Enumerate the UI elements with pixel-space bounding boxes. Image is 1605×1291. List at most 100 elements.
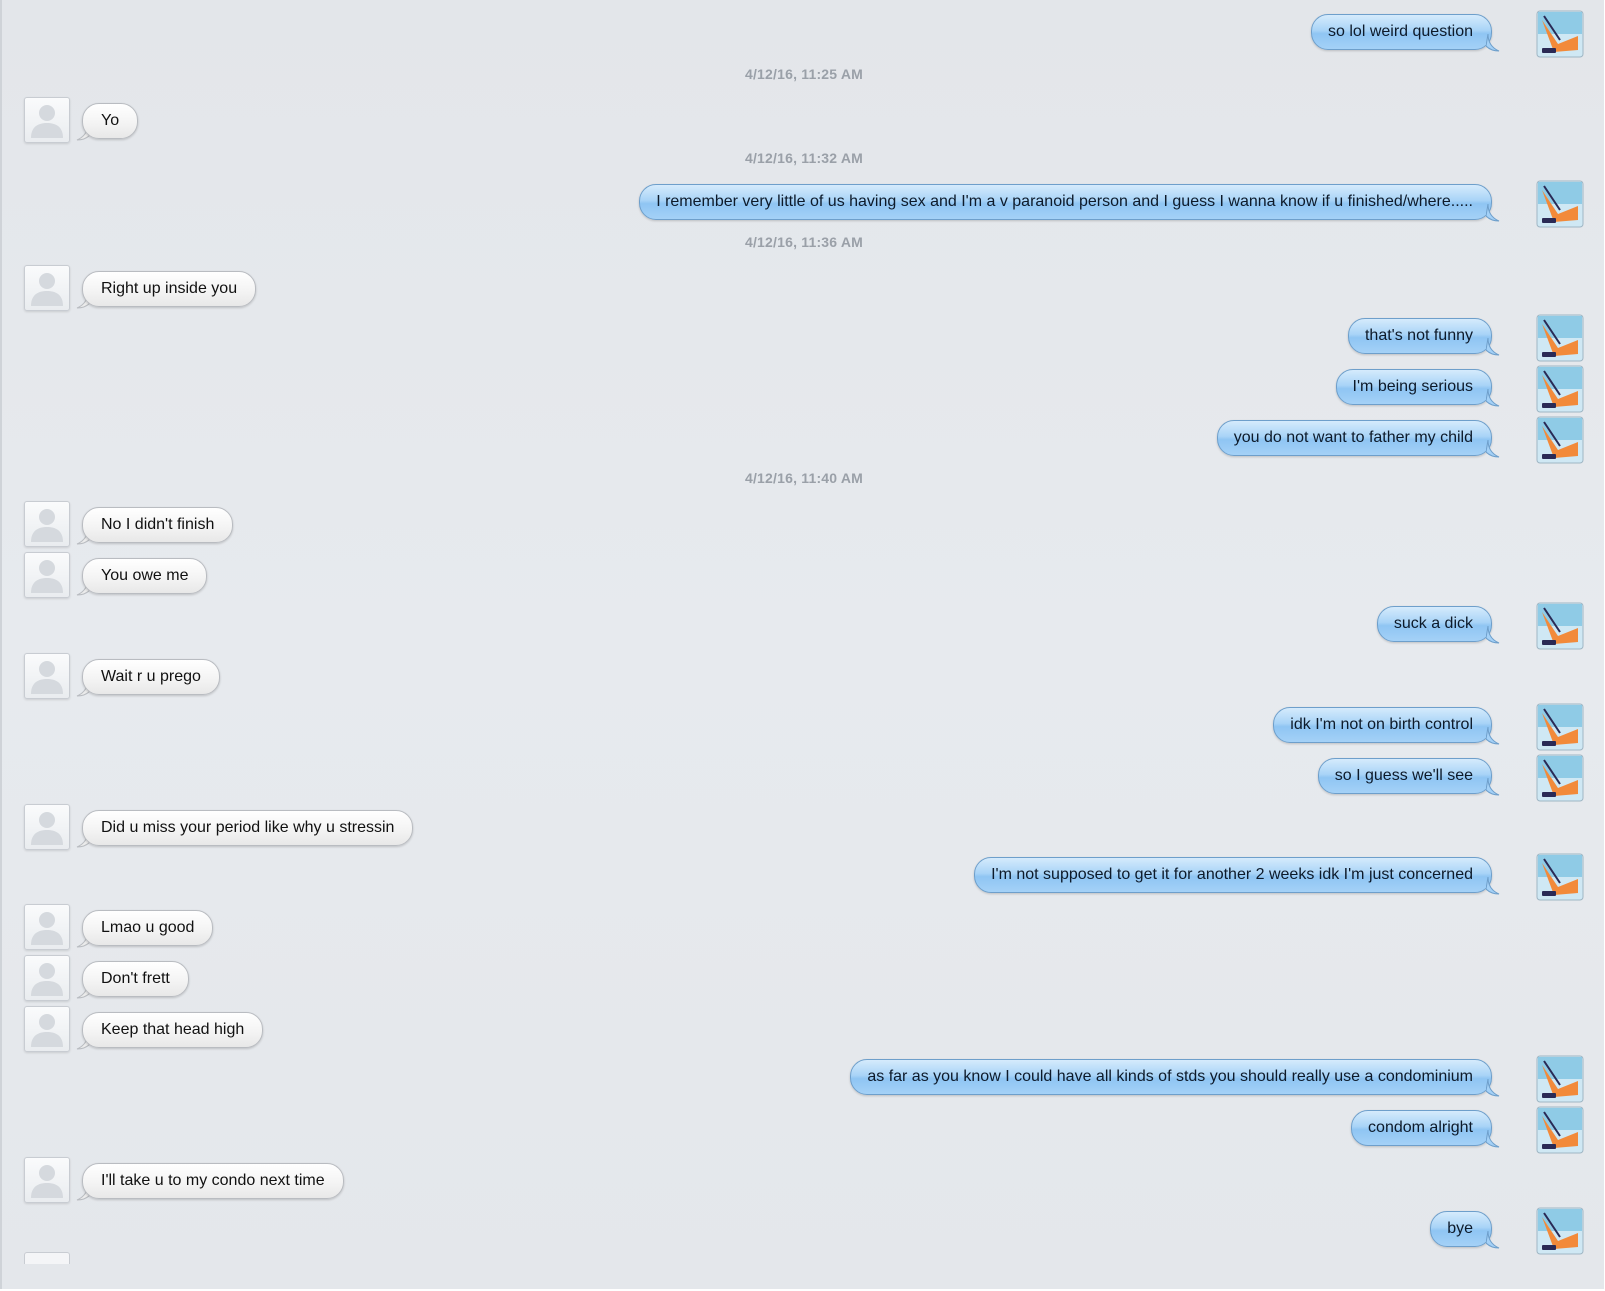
sent-message-row: so lol weird question [2,10,1602,58]
person-silhouette-icon[interactable] [24,804,70,850]
sent-message-row: I'm not supposed to get it for another 2… [2,853,1602,901]
sent-message-text: as far as you know I could have all kind… [850,1059,1492,1095]
sent-message-bubble[interactable]: I'm not supposed to get it for another 2… [974,857,1500,895]
bubble-tail-icon [1485,388,1500,407]
received-message-text: Keep that head high [82,1012,264,1048]
received-message-text: Did u miss your period like why u stress… [82,810,414,846]
person-silhouette-icon[interactable] [24,955,70,1001]
sent-message-row: so I guess we'll see [2,754,1602,802]
sent-message-row: suck a dick [2,602,1602,650]
received-message-bubble[interactable]: You owe me [76,558,208,596]
received-message-text: Yo [82,103,139,139]
received-message-row: Yo [2,96,1602,144]
sent-message-text: I remember very little of us having sex … [639,184,1492,220]
received-message-row: Don't frett [2,954,1602,1002]
received-message-text: Wait r u prego [82,659,220,695]
received-message-bubble[interactable]: Wait r u prego [76,659,220,697]
received-message-bubble[interactable]: Keep that head high [76,1012,264,1050]
received-message-bubble[interactable]: No I didn't finish [76,507,234,545]
sent-message-text: I'm not supposed to get it for another 2… [974,857,1492,893]
orange-photo-avatar-icon[interactable] [1536,1207,1584,1255]
received-message-row: Wait r u prego [2,652,1602,700]
person-silhouette-icon[interactable] [24,97,70,143]
orange-photo-avatar-icon[interactable] [1536,314,1584,362]
received-message-row: I'll take u to my condo next time [2,1156,1602,1204]
message-timestamp: 4/12/16, 11:32 AM [744,150,864,166]
person-silhouette-icon[interactable] [24,1157,70,1203]
received-message-bubble[interactable]: Yo [76,103,139,141]
sent-message-bubble[interactable]: so lol weird question [1311,14,1500,52]
bubble-tail-icon [1485,1230,1500,1249]
received-message-bubble[interactable]: I'll take u to my condo next time [76,1163,344,1201]
received-message-text: Don't frett [82,961,189,997]
sent-message-row: that's not funny [2,314,1602,362]
orange-photo-avatar-icon[interactable] [1536,853,1584,901]
orange-photo-avatar-icon[interactable] [1536,416,1584,464]
received-message-row: Lmao u good [2,903,1602,951]
sent-message-bubble[interactable]: I'm being serious [1335,369,1500,407]
sent-message-bubble[interactable]: so I guess we'll see [1317,758,1500,796]
message-timestamp: 4/12/16, 11:40 AM [744,470,864,486]
received-message-row: You owe me [2,551,1602,599]
received-message-bubble[interactable]: Did u miss your period like why u stress… [76,810,414,848]
bubble-tail-icon [1485,777,1500,796]
orange-photo-avatar-icon[interactable] [1536,10,1584,58]
bubble-tail-icon [1485,439,1500,458]
person-silhouette-icon[interactable] [24,1252,70,1264]
received-message-row: No I didn't finish [2,500,1602,548]
message-timestamp: 4/12/16, 11:36 AM [744,234,864,250]
sent-message-bubble[interactable]: condom alright [1351,1110,1500,1148]
sent-message-text: bye [1430,1211,1492,1247]
sent-message-bubble[interactable]: I remember very little of us having sex … [639,184,1500,222]
orange-photo-avatar-icon[interactable] [1536,180,1584,228]
bubble-tail-icon [1485,33,1500,52]
sent-message-bubble[interactable]: suck a dick [1376,606,1500,644]
sent-message-text: that's not funny [1347,318,1492,354]
sent-message-text: idk I'm not on birth control [1273,707,1492,743]
received-message-row: Did u miss your period like why u stress… [2,803,1602,851]
sent-message-row: I remember very little of us having sex … [2,180,1602,228]
received-message-text: No I didn't finish [82,507,234,543]
message-timestamp: 4/12/16, 11:25 AM [744,66,864,82]
orange-photo-avatar-icon[interactable] [1536,602,1584,650]
sent-message-row: as far as you know I could have all kind… [2,1055,1602,1103]
sent-message-row: you do not want to father my child [2,416,1602,464]
bubble-tail-icon [1485,1129,1500,1148]
sent-message-bubble[interactable]: as far as you know I could have all kind… [850,1059,1500,1097]
person-silhouette-icon[interactable] [24,265,70,311]
received-message-bubble[interactable]: Right up inside you [76,271,257,309]
received-message-row: Right up inside you [2,264,1602,312]
person-silhouette-icon[interactable] [24,501,70,547]
sent-message-bubble[interactable]: idk I'm not on birth control [1273,707,1500,745]
bubble-tail-icon [1485,876,1500,895]
person-silhouette-icon[interactable] [24,904,70,950]
sent-message-row: idk I'm not on birth control [2,703,1602,751]
sent-message-text: you do not want to father my child [1216,420,1492,456]
orange-photo-avatar-icon[interactable] [1536,703,1584,751]
person-silhouette-icon[interactable] [24,653,70,699]
received-message-text: Right up inside you [82,271,257,307]
received-message-bubble[interactable]: Lmao u good [76,910,214,948]
bubble-tail-icon [1485,1078,1500,1097]
person-silhouette-icon[interactable] [24,1006,70,1052]
sent-message-row: bye [2,1207,1602,1255]
sent-message-bubble[interactable]: that's not funny [1347,318,1500,356]
sent-message-bubble[interactable]: you do not want to father my child [1216,420,1500,458]
received-message-text: You owe me [82,558,208,594]
sent-message-bubble[interactable]: bye [1430,1211,1500,1249]
orange-photo-avatar-icon[interactable] [1536,1055,1584,1103]
orange-photo-avatar-icon[interactable] [1536,754,1584,802]
sent-message-row: I'm being serious [2,365,1602,413]
message-transcript[interactable]: so lol weird question 4/12/16, 11:25 AM Yo… [0,0,1604,1289]
person-silhouette-icon[interactable] [24,552,70,598]
bubble-tail-icon [1485,726,1500,745]
sent-message-text: so I guess we'll see [1317,758,1492,794]
sent-message-row: condom alright [2,1106,1602,1154]
received-message-bubble[interactable]: Don't frett [76,961,189,999]
sent-message-text: suck a dick [1376,606,1492,642]
received-message-text: Lmao u good [82,910,214,946]
received-message-row: Keep that head high [2,1005,1602,1053]
orange-photo-avatar-icon[interactable] [1536,1106,1584,1154]
orange-photo-avatar-icon[interactable] [1536,365,1584,413]
bubble-tail-icon [1485,203,1500,222]
